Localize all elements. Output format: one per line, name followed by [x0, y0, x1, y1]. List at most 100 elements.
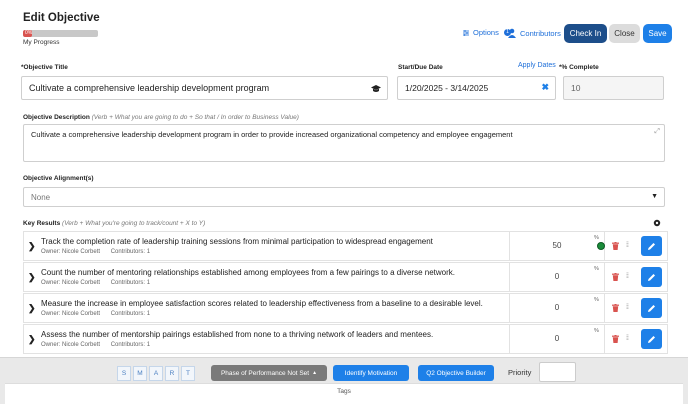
trash-icon[interactable]: [612, 242, 619, 250]
drag-grip-icon[interactable]: ⁞⁞: [626, 273, 629, 280]
check-in-button[interactable]: Check In: [564, 24, 607, 43]
key-result-pct-symbol: %: [594, 235, 599, 241]
key-result-contributors: Contributors: 1: [110, 249, 151, 255]
description-value: Cultivate a comprehensive leadership dev…: [31, 130, 513, 139]
key-result-meta: Owner: Nicole Corbett Contributors: 1: [41, 311, 159, 317]
key-result-meta: Owner: Nicole Corbett Contributors: 1: [41, 342, 159, 348]
objective-title-value: Cultivate a comprehensive leadership dev…: [29, 83, 270, 93]
save-button[interactable]: Save: [643, 24, 672, 43]
tags-label: Tags: [337, 388, 351, 395]
key-result-pct-symbol: %: [594, 266, 599, 272]
progress-label: My Progress: [23, 39, 60, 46]
smart-letter[interactable]: R: [165, 366, 179, 381]
trash-icon[interactable]: [612, 335, 619, 343]
key-result-value[interactable]: 50: [509, 232, 605, 260]
smart-letter[interactable]: T: [181, 366, 195, 381]
key-result-row[interactable]: ❯ Assess the number of mentorship pairin…: [23, 324, 668, 354]
drag-grip-icon[interactable]: ⁞⁞: [626, 242, 629, 249]
progress-bar: [23, 30, 98, 37]
apply-dates-link[interactable]: Apply Dates: [518, 62, 556, 69]
alignment-label: Objective Alignment(s): [23, 175, 94, 182]
trash-icon[interactable]: [612, 273, 619, 281]
priority-input[interactable]: [539, 362, 576, 382]
contributors-link[interactable]: 1 Contributors: [504, 28, 561, 38]
phase-caret-icon: ▲: [312, 370, 318, 376]
identify-motivation-button[interactable]: Identify Motivation: [333, 365, 409, 381]
key-result-value[interactable]: 0: [509, 294, 605, 322]
contributors-count: 1: [504, 29, 511, 36]
options-link[interactable]: Options: [462, 28, 499, 37]
graduation-cap-icon[interactable]: [371, 85, 381, 93]
contributors-icon: 1: [504, 28, 517, 38]
tags-section: Tags: [5, 383, 683, 404]
chevron-right-icon[interactable]: ❯: [28, 241, 36, 252]
close-button[interactable]: Close: [609, 24, 640, 43]
start-due-label: Start/Due Date: [398, 64, 443, 71]
chevron-right-icon[interactable]: ❯: [28, 334, 36, 345]
pct-complete-input[interactable]: 10: [563, 76, 664, 100]
chevron-right-icon[interactable]: ❯: [28, 303, 36, 314]
key-result-contributors: Contributors: 1: [110, 311, 151, 317]
phase-dropdown[interactable]: Phase of Performance Not Set ▲: [211, 365, 327, 381]
objective-builder-button[interactable]: Q2 Objective Builder: [418, 365, 494, 381]
edit-key-result-button[interactable]: [641, 329, 662, 349]
alignment-select[interactable]: None ▼: [23, 187, 665, 207]
key-result-value[interactable]: 0: [509, 325, 605, 353]
settings-gear-icon[interactable]: [653, 219, 661, 227]
key-result-owner: Owner: Nicole Corbett: [41, 280, 101, 286]
clear-x-icon[interactable]: ✖: [541, 82, 549, 93]
priority-label: Priority: [508, 368, 532, 377]
key-result-contributors: Contributors: 1: [110, 280, 151, 286]
smart-letter[interactable]: M: [133, 366, 147, 381]
progress-percent: 0%: [25, 30, 33, 36]
smart-letter[interactable]: S: [117, 366, 131, 381]
chevron-right-icon[interactable]: ❯: [28, 272, 36, 283]
objective-title-label: *Objective Title: [21, 64, 68, 71]
key-result-row[interactable]: ❯ Track the completion rate of leadershi…: [23, 231, 668, 261]
options-icon: [463, 29, 469, 36]
phase-label: Phase of Performance Not Set: [220, 369, 310, 377]
edit-key-result-button[interactable]: [641, 298, 662, 318]
edit-key-result-button[interactable]: [641, 267, 662, 287]
smart-letter[interactable]: A: [149, 366, 163, 381]
description-hint: (Verb + What you are going to do + So th…: [91, 114, 299, 121]
key-result-owner: Owner: Nicole Corbett: [41, 342, 101, 348]
dropdown-caret-icon: ▼: [651, 193, 658, 200]
description-textarea[interactable]: Cultivate a comprehensive leadership dev…: [23, 124, 665, 162]
key-result-text: Count the number of mentoring relationsh…: [41, 268, 455, 277]
contributors-label: Contributors: [520, 28, 561, 38]
key-result-value[interactable]: 0: [509, 263, 605, 291]
pencil-icon: [648, 242, 655, 250]
status-dot-icon: [597, 242, 605, 250]
key-result-text: Track the completion rate of leadership …: [41, 237, 433, 246]
drag-grip-icon[interactable]: ⁞⁞: [626, 304, 629, 311]
description-label: Objective Description (Verb + What you a…: [23, 114, 299, 121]
key-results-label-text: Key Results: [23, 220, 61, 227]
pencil-icon: [648, 273, 655, 281]
options-label: Options: [473, 28, 499, 37]
drag-grip-icon[interactable]: ⁞⁞: [626, 335, 629, 342]
key-results-label: Key Results (Verb + What you're going to…: [23, 220, 205, 227]
pct-complete-label: *% Complete: [559, 64, 599, 71]
key-result-row[interactable]: ❯ Measure the increase in employee satis…: [23, 293, 668, 323]
key-result-row[interactable]: ❯ Count the number of mentoring relation…: [23, 262, 668, 292]
key-result-meta: Owner: Nicole Corbett Contributors: 1: [41, 249, 159, 255]
date-range-input[interactable]: 1/20/2025 - 3/14/2025 ✖: [397, 76, 556, 100]
key-result-owner: Owner: Nicole Corbett: [41, 311, 101, 317]
edit-key-result-button[interactable]: [641, 236, 662, 256]
expand-icon[interactable]: ⤢: [654, 128, 660, 136]
objective-title-input[interactable]: Cultivate a comprehensive leadership dev…: [21, 76, 388, 100]
key-result-meta: Owner: Nicole Corbett Contributors: 1: [41, 280, 159, 286]
pencil-icon: [648, 335, 655, 343]
key-result-contributors: Contributors: 1: [110, 342, 151, 348]
key-result-text: Measure the increase in employee satisfa…: [41, 299, 483, 308]
trash-icon[interactable]: [612, 304, 619, 312]
date-range-value: 1/20/2025 - 3/14/2025: [405, 83, 489, 93]
description-label-text: Objective Description: [23, 114, 90, 121]
key-result-owner: Owner: Nicole Corbett: [41, 249, 101, 255]
pencil-icon: [648, 304, 655, 312]
alignment-value: None: [31, 192, 51, 202]
pct-complete-value: 10: [571, 83, 581, 93]
key-result-pct-symbol: %: [594, 328, 599, 334]
key-results-hint: (Verb + What you're going to track/count…: [62, 220, 206, 227]
